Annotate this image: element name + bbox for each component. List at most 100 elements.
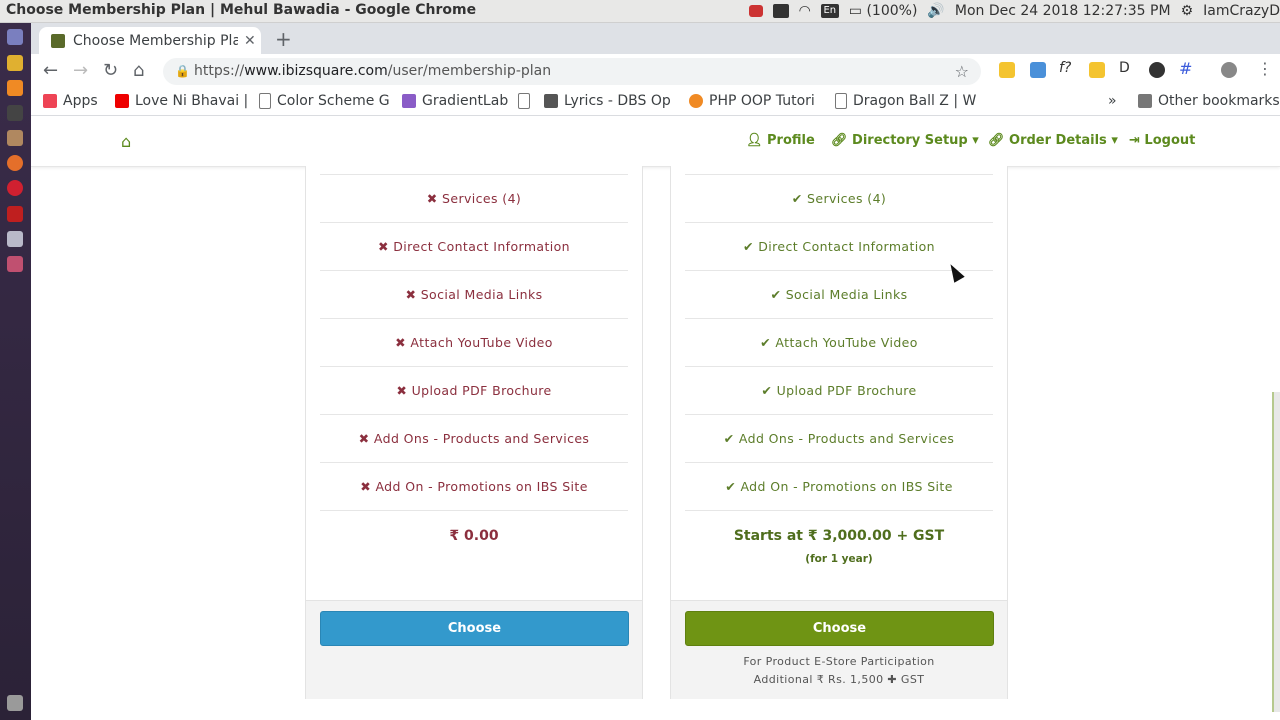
side-widget-scrollbar[interactable] <box>1272 392 1280 712</box>
feature-label: Upload PDF Brochure <box>776 383 917 398</box>
check-icon: ✔ <box>725 479 741 494</box>
back-arrow-icon[interactable]: ← <box>43 60 58 81</box>
battery-status[interactable]: ▭ (100%) <box>849 3 918 19</box>
filezilla-icon[interactable] <box>7 206 23 222</box>
favicon-icon <box>51 33 65 48</box>
clock[interactable]: Mon Dec 24 2018 12:27:35 PM <box>955 3 1171 19</box>
nav-label: Logout <box>1144 133 1196 148</box>
bookmark-label: PHP OOP Tutori <box>709 93 815 109</box>
extension-icon-6[interactable] <box>1149 62 1165 78</box>
check-icon: ✔ <box>761 383 777 398</box>
user-name[interactable]: IamCrazyD <box>1203 3 1280 19</box>
bookmark-gradientlab[interactable]: GradientLab <box>402 93 508 109</box>
browser-tab[interactable]: Choose Membership Plan ✕ <box>39 27 261 54</box>
lock-icon: 🔒 <box>175 64 190 78</box>
feature-label: Services (4) <box>807 191 887 206</box>
bookmark-star-icon[interactable]: ☆ <box>955 58 969 85</box>
caret-down-icon: ▾ <box>1106 133 1118 148</box>
check-icon: ✔ <box>742 239 759 254</box>
nav-order-details[interactable]: 🔗︎ Order Details ▾ <box>988 133 1118 148</box>
wifi-icon[interactable]: ◠ <box>799 3 811 19</box>
url-path: /user/membership-plan <box>387 63 552 79</box>
os-top-bar: Choose Membership Plan | Mehul Bawadia -… <box>0 0 1280 23</box>
cross-icon: ✖ <box>395 335 411 350</box>
other-bookmarks[interactable]: Other bookmarks <box>1138 93 1280 109</box>
feature-label: Add Ons - Products and Services <box>738 431 955 446</box>
dash-icon[interactable] <box>7 29 23 45</box>
extension-icon-2[interactable] <box>1030 62 1046 78</box>
opera-icon[interactable] <box>7 180 23 196</box>
feature-row: ✖ Attach YouTube Video <box>320 319 628 367</box>
feature-label: Upload PDF Brochure <box>411 383 552 398</box>
web-page: ⌂ 👤︎ Profile 🔗︎ Directory Setup ▾ 🔗︎ Ord… <box>31 116 1280 720</box>
menu-icon[interactable]: ⋮ <box>1257 59 1273 78</box>
feature-label: Attach YouTube Video <box>775 335 918 350</box>
bookmark-blank[interactable] <box>518 93 536 109</box>
bookmark-label: GradientLab <box>422 93 509 109</box>
bookmark-dragon-ball[interactable]: Dragon Ball Z | W <box>835 93 976 109</box>
bookmark-lyrics-dbs[interactable]: Lyrics - DBS Op <box>544 93 671 109</box>
extension-icon-4[interactable] <box>1089 62 1105 78</box>
page-icon <box>835 93 847 109</box>
settings-app-icon[interactable] <box>7 231 23 247</box>
feature-label: Add On - Promotions on IBS Site <box>740 479 953 494</box>
cross-icon: ✖ <box>405 287 421 302</box>
flask-icon <box>402 94 416 108</box>
nav-profile[interactable]: 👤︎ Profile <box>746 133 815 148</box>
feature-label: Services (4) <box>442 191 522 206</box>
bookmarks-overflow-icon[interactable]: » <box>1108 93 1117 109</box>
nav-logout[interactable]: ⇥ Logout <box>1129 133 1195 148</box>
tab-strip: Choose Membership Plan ✕ + <box>31 23 1280 54</box>
bookmark-php-oop[interactable]: PHP OOP Tutori <box>689 93 815 109</box>
extension-icon-5[interactable]: D <box>1119 60 1135 76</box>
formula-extension-icon[interactable]: f? <box>1059 60 1075 76</box>
feature-label: Direct Contact Information <box>393 239 570 254</box>
check-icon: ✔ <box>723 431 739 446</box>
volume-icon[interactable]: 🔊 <box>927 3 944 19</box>
feature-row: ✔ Attach YouTube Video <box>685 319 993 367</box>
terminal-icon[interactable] <box>7 105 23 121</box>
files-icon[interactable] <box>7 130 23 146</box>
bookmark-apps[interactable]: Apps <box>43 93 98 109</box>
feature-label: Social Media Links <box>420 287 543 302</box>
home-icon[interactable]: ⌂ <box>133 60 144 81</box>
bookmark-love-ni-bhavai[interactable]: Love Ni Bhavai | <box>115 93 248 109</box>
settings-gear-icon[interactable]: ⚙ <box>1181 3 1194 19</box>
profile-avatar[interactable] <box>1221 62 1237 78</box>
record-icon[interactable] <box>748 5 763 17</box>
forward-arrow-icon[interactable]: → <box>73 60 88 81</box>
chrome-icon[interactable] <box>7 55 23 71</box>
feature-divider <box>685 166 993 175</box>
bookmark-label: Love Ni Bhavai | <box>135 93 249 109</box>
firefox-icon[interactable] <box>7 155 23 171</box>
extension-icon-1[interactable] <box>999 62 1015 78</box>
feature-row: ✔ Direct Contact Information <box>685 223 993 271</box>
folder-icon <box>1138 94 1152 108</box>
choose-free-button[interactable]: Choose <box>320 611 629 646</box>
app-icon[interactable] <box>7 256 23 272</box>
feature-row: ✖ Services (4) <box>320 175 628 223</box>
caret-down-icon: ▾ <box>967 133 979 148</box>
page-icon <box>518 93 530 109</box>
home-icon[interactable]: ⌂ <box>121 132 131 151</box>
address-bar[interactable]: 🔒 https://www.ibizsquare.com/user/member… <box>163 58 981 85</box>
sublime-icon[interactable] <box>7 80 23 96</box>
nav-directory-setup[interactable]: 🔗︎ Directory Setup ▾ <box>831 133 979 148</box>
choose-paid-button[interactable]: Choose <box>685 611 994 646</box>
bookmark-label: Other bookmarks <box>1158 93 1280 109</box>
feature-row: ✔ Services (4) <box>685 175 993 223</box>
notes-icon[interactable] <box>772 4 789 18</box>
feature-row: ✖ Social Media Links <box>320 271 628 319</box>
plan-price: ₹ 0.00 <box>449 528 499 544</box>
close-tab-icon[interactable]: ✕ <box>244 33 256 49</box>
keyboard-layout-indicator[interactable]: En <box>820 4 839 18</box>
check-icon: ✔ <box>760 335 776 350</box>
estore-note: For Product E-Store Participation <box>743 655 935 668</box>
bookmark-color-scheme[interactable]: Color Scheme G <box>259 93 390 109</box>
link-icon: 🔗︎ <box>831 133 853 148</box>
trash-icon[interactable] <box>7 695 23 711</box>
reload-icon[interactable]: ↻ <box>103 60 118 81</box>
new-tab-icon[interactable]: + <box>275 27 292 51</box>
grid-extension-icon[interactable]: # <box>1179 59 1195 78</box>
feature-row: ✖ Direct Contact Information <box>320 223 628 271</box>
